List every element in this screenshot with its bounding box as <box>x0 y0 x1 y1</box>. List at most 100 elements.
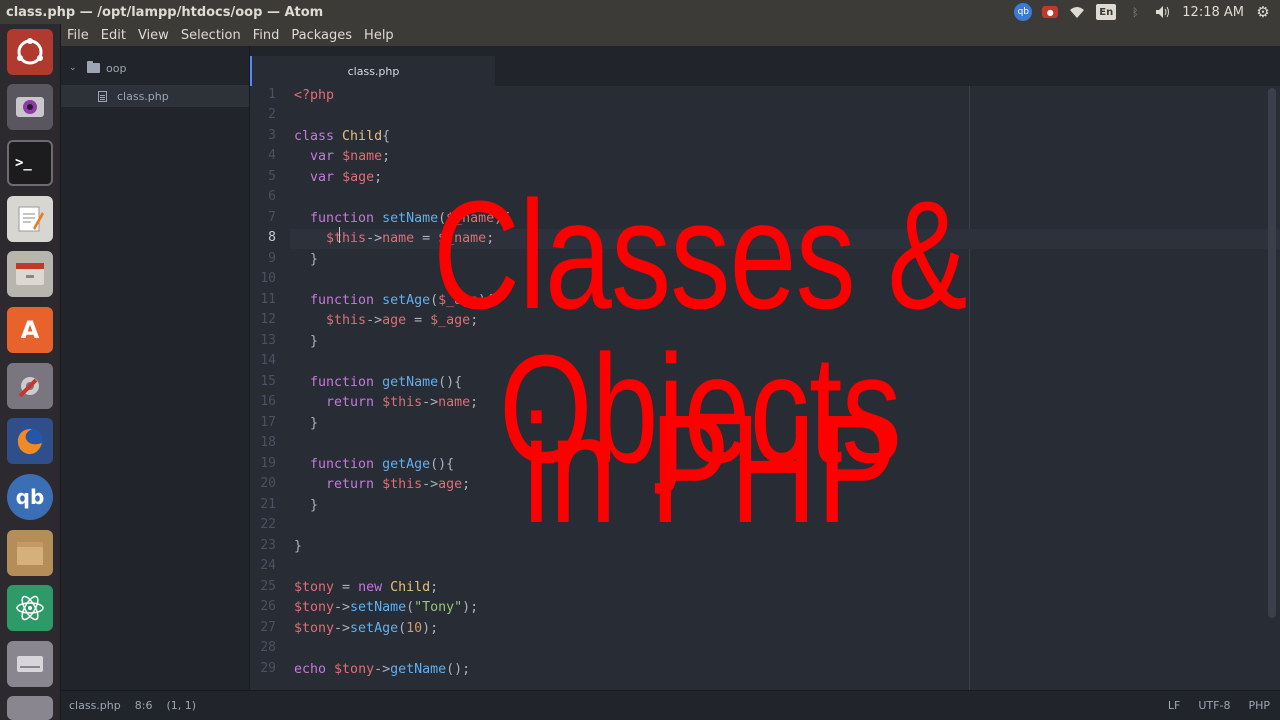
menu-selection[interactable]: Selection <box>175 28 247 43</box>
tree-file-class-php[interactable]: class.php <box>61 85 249 107</box>
line-number: 26 <box>260 599 276 614</box>
status-cursor-position[interactable]: 8:6 <box>135 699 153 712</box>
menu-bar: File Edit View Selection Find Packages H… <box>61 24 1280 46</box>
menu-file[interactable]: File <box>61 28 95 43</box>
code-line[interactable]: return $this->age; <box>294 475 470 495</box>
line-number: 17 <box>260 415 276 430</box>
tab-class-php[interactable]: class.php <box>250 56 495 86</box>
line-number: 15 <box>260 374 276 389</box>
tree-file-label: class.php <box>117 89 169 103</box>
top-panel: class.php — /opt/lampp/htdocs/oop — Atom… <box>0 0 1280 24</box>
code-line[interactable]: function getAge(){ <box>294 455 454 475</box>
gear-icon[interactable]: ⚙ <box>1254 3 1272 21</box>
bluetooth-icon[interactable]: ᛒ <box>1126 4 1144 20</box>
text-cursor <box>339 227 340 243</box>
code-line-active[interactable]: $this->name = $_name; <box>290 229 1280 249</box>
vertical-scrollbar[interactable] <box>1268 88 1276 618</box>
line-number: 28 <box>260 640 276 655</box>
line-number: 5 <box>268 169 276 184</box>
code-line[interactable]: <?php <box>294 86 334 106</box>
line-number: 29 <box>260 661 276 676</box>
wrap-guide <box>969 86 970 690</box>
line-number: 3 <box>268 128 276 143</box>
line-number: 20 <box>260 476 276 491</box>
line-number: 25 <box>260 579 276 594</box>
code-line[interactable]: } <box>294 332 318 352</box>
code-line[interactable]: $this->age = $_age; <box>294 311 478 331</box>
firefox-icon[interactable] <box>7 418 53 464</box>
tree-view: ⌄ oop class.php <box>61 46 250 690</box>
line-number: 12 <box>260 312 276 327</box>
webcam-icon[interactable] <box>7 84 53 130</box>
desktop-screen: class.php — /opt/lampp/htdocs/oop — Atom… <box>0 0 1280 720</box>
code-line[interactable]: return $this->name; <box>294 393 478 413</box>
code-line[interactable]: } <box>294 537 302 557</box>
tree-folder-oop[interactable]: ⌄ oop <box>69 57 126 79</box>
terminal-icon[interactable]: >_ <box>7 140 53 186</box>
system-tray: qb ● En ᛒ 12:18 AM ⚙ <box>1014 3 1280 21</box>
line-number-active: 8 <box>268 230 276 245</box>
software-center-icon[interactable]: A <box>7 307 53 353</box>
text-editor-icon[interactable] <box>7 196 53 242</box>
code-line[interactable]: } <box>294 414 318 434</box>
line-number: 22 <box>260 517 276 532</box>
menu-view[interactable]: View <box>132 28 175 43</box>
code-line[interactable]: $tony->setAge(10); <box>294 619 438 639</box>
code-line[interactable]: function setAge($_age){ <box>294 291 494 311</box>
archive-icon[interactable] <box>7 530 53 576</box>
code-line[interactable]: $tony = new Child; <box>294 578 438 598</box>
menu-find[interactable]: Find <box>247 28 286 43</box>
menu-help[interactable]: Help <box>358 28 400 43</box>
tab-bar: class.php <box>250 46 1280 86</box>
language-icon[interactable]: En <box>1096 4 1117 20</box>
folder-icon <box>87 61 100 73</box>
code-line[interactable]: echo $tony->getName(); <box>294 660 470 680</box>
status-encoding[interactable]: UTF-8 <box>1198 699 1230 712</box>
line-number: 19 <box>260 456 276 471</box>
tree-folder-label: oop <box>106 61 127 75</box>
code-line[interactable]: function getName(){ <box>294 373 462 393</box>
disk-icon[interactable] <box>7 641 53 687</box>
disk-icon[interactable] <box>7 696 53 720</box>
camera-icon[interactable]: ● <box>1042 6 1059 18</box>
line-number: 14 <box>260 353 276 368</box>
volume-icon[interactable] <box>1154 4 1172 20</box>
file-icon <box>98 90 107 102</box>
qbittorrent-icon[interactable]: qb <box>7 474 53 520</box>
atom-icon[interactable] <box>7 585 53 631</box>
code-line[interactable]: $tony->setName("Tony"); <box>294 598 478 618</box>
line-number: 16 <box>260 394 276 409</box>
line-number: 2 <box>268 107 276 122</box>
clock[interactable]: 12:18 AM <box>1182 5 1244 20</box>
ubuntu-dash-icon[interactable] <box>7 29 53 75</box>
line-number: 6 <box>268 189 276 204</box>
menu-edit[interactable]: Edit <box>95 28 132 43</box>
file-manager-icon[interactable] <box>7 251 53 297</box>
line-number: 7 <box>268 210 276 225</box>
status-file-name[interactable]: class.php <box>69 699 121 712</box>
tab-label: class.php <box>347 64 400 78</box>
line-number: 10 <box>260 271 276 286</box>
wifi-icon[interactable] <box>1068 4 1086 20</box>
code-line[interactable]: var $name; <box>294 147 390 167</box>
line-number: 18 <box>260 435 276 450</box>
chevron-down-icon[interactable]: ⌄ <box>69 63 79 73</box>
line-number: 24 <box>260 558 276 573</box>
menu-packages[interactable]: Packages <box>285 28 358 43</box>
code-line[interactable]: var $age; <box>294 168 382 188</box>
line-number: 13 <box>260 333 276 348</box>
qbittorrent-icon[interactable]: qb <box>1014 3 1033 21</box>
window-title: class.php — /opt/lampp/htdocs/oop — Atom <box>6 4 324 20</box>
code-editor[interactable]: 1 2 3 4 5 6 7 8 9 10 11 12 13 14 15 16 1… <box>250 86 1280 690</box>
code-line[interactable]: class Child{ <box>294 127 390 147</box>
code-line[interactable]: } <box>294 250 318 270</box>
code-line[interactable]: function setName($_name){ <box>294 209 510 229</box>
line-number: 23 <box>260 538 276 553</box>
status-selection-count[interactable]: (1, 1) <box>166 699 196 712</box>
system-settings-icon[interactable] <box>7 363 53 409</box>
line-number: 1 <box>268 87 276 102</box>
code-line[interactable]: } <box>294 496 318 516</box>
line-number: 21 <box>260 497 276 512</box>
status-line-ending[interactable]: LF <box>1168 699 1180 712</box>
status-grammar[interactable]: PHP <box>1248 699 1270 712</box>
